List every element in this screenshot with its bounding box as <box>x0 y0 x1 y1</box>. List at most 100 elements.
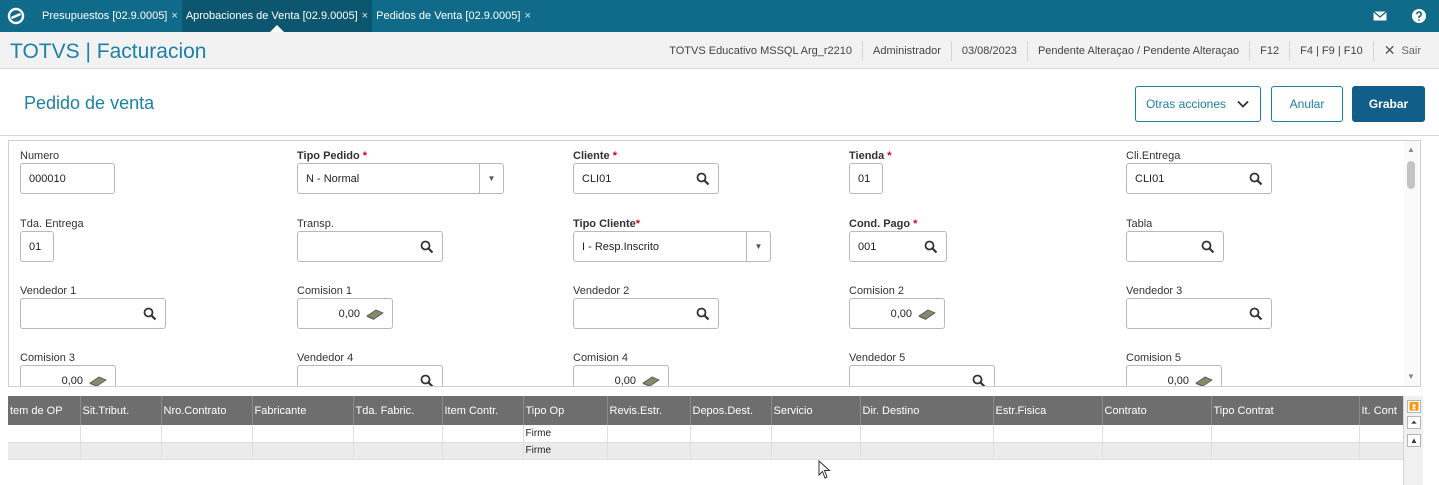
grid-column-header[interactable]: Nro.Contrato <box>161 396 253 425</box>
grid-cell[interactable] <box>80 425 162 443</box>
grid-cell[interactable]: Firme <box>523 425 608 443</box>
numero-input[interactable]: 000010 <box>20 163 115 194</box>
grid-cell[interactable] <box>1211 425 1360 443</box>
comision-1-input[interactable]: 0,00 <box>297 298 393 329</box>
table-row[interactable]: Firme <box>8 425 1403 443</box>
money-icon[interactable] <box>366 307 384 321</box>
tipo-pedido-select[interactable]: N - Normal ▼ <box>297 163 504 194</box>
grid-column-header[interactable]: Depos.Dest. <box>690 396 772 425</box>
vendedor-4-input[interactable] <box>297 365 443 388</box>
dropdown-arrow-icon[interactable]: ▼ <box>746 232 770 261</box>
grid-column-header[interactable]: Fabricante <box>252 396 354 425</box>
grid-cell[interactable] <box>1102 442 1212 460</box>
comision-5-input[interactable]: 0,00 <box>1126 365 1222 388</box>
grid-column-header[interactable]: Dir. Destino <box>860 396 994 425</box>
dropdown-arrow-icon[interactable]: ▼ <box>479 164 503 193</box>
vendedor-2-input[interactable] <box>573 298 719 329</box>
close-icon[interactable]: × <box>524 10 530 22</box>
comision-2-input[interactable]: 0,00 <box>849 298 945 329</box>
shortcut-keys[interactable]: F4 | F9 | F10 <box>1289 40 1373 61</box>
grid-cell[interactable] <box>353 425 443 443</box>
tab-presupuestos[interactable]: Presupuestos [02.9.0005] × <box>38 0 182 32</box>
tab-pedidos-de-venta[interactable]: Pedidos de Venta [02.9.0005] × <box>372 0 535 32</box>
form-scrollbar[interactable]: ▲ ▼ <box>1404 141 1418 386</box>
comision-4-input[interactable]: 0,00 <box>573 365 669 386</box>
scroll-top-icon[interactable]: ⏫ <box>1407 400 1421 413</box>
search-icon[interactable] <box>696 307 710 321</box>
money-icon[interactable] <box>1195 374 1213 388</box>
grid-column-header[interactable]: Tda. Fabric. <box>353 396 443 425</box>
vendedor-5-input[interactable] <box>849 365 995 388</box>
more-actions-button[interactable]: Otras acciones <box>1135 86 1261 122</box>
help-icon[interactable] <box>1411 8 1427 24</box>
search-icon[interactable] <box>143 307 157 321</box>
scroll-up-icon[interactable]: ▲ <box>1407 434 1421 447</box>
grid-cell[interactable] <box>860 442 994 460</box>
money-icon[interactable] <box>918 307 936 321</box>
grid-cell[interactable] <box>860 425 994 443</box>
grid-column-header[interactable]: Tipo Contrat <box>1211 396 1360 425</box>
grid-column-header[interactable]: It. Cont <box>1359 396 1403 425</box>
search-icon[interactable] <box>1249 307 1263 321</box>
search-icon[interactable] <box>924 240 938 254</box>
grid-cell[interactable] <box>8 442 81 460</box>
grid-cell[interactable] <box>442 425 524 443</box>
grid-column-header[interactable]: Estr.Fisica <box>993 396 1103 425</box>
tda-entrega-input[interactable]: 01 <box>20 231 54 262</box>
grid-cell[interactable] <box>8 425 81 443</box>
search-icon[interactable] <box>1249 172 1263 186</box>
scroll-page-up-icon[interactable]: ⏶ <box>1407 416 1421 429</box>
shortcut-f12[interactable]: F12 <box>1249 40 1289 61</box>
search-icon[interactable] <box>972 374 986 388</box>
grid-column-header[interactable]: Sit.Tribut. <box>80 396 162 425</box>
vendedor-1-input[interactable] <box>20 298 166 329</box>
scroll-thumb[interactable] <box>1407 161 1415 189</box>
grid-cell[interactable] <box>771 425 861 443</box>
grid-cell[interactable] <box>161 425 253 443</box>
grid-cell[interactable] <box>993 425 1103 443</box>
grid-cell[interactable] <box>1211 442 1360 460</box>
transp-input[interactable] <box>297 231 443 262</box>
grid-column-header[interactable]: Tipo Op <box>523 396 608 425</box>
close-icon[interactable]: × <box>171 10 177 22</box>
tabla-input[interactable] <box>1126 231 1224 262</box>
table-row[interactable]: Firme <box>8 442 1403 460</box>
grid-cell[interactable] <box>442 442 524 460</box>
grid-cell[interactable] <box>80 442 162 460</box>
grid-column-header[interactable]: tem de OP <box>8 396 81 425</box>
search-icon[interactable] <box>1201 240 1215 254</box>
grid-cell[interactable] <box>353 442 443 460</box>
mail-icon[interactable] <box>1372 8 1388 24</box>
money-icon[interactable] <box>89 374 107 388</box>
grid-column-header[interactable]: Servicio <box>771 396 861 425</box>
search-icon[interactable] <box>420 240 434 254</box>
grid-cell[interactable] <box>607 442 691 460</box>
grid-cell[interactable] <box>771 442 861 460</box>
search-icon[interactable] <box>420 374 434 388</box>
grid-cell[interactable] <box>1359 425 1403 443</box>
tienda-input[interactable]: 01 <box>849 163 883 194</box>
scroll-up-icon[interactable]: ▲ <box>1406 145 1416 155</box>
totvs-logo-icon[interactable] <box>6 6 26 26</box>
save-button[interactable]: Grabar <box>1352 86 1425 122</box>
grid-cell[interactable] <box>993 442 1103 460</box>
grid-column-header[interactable]: Item Contr. <box>442 396 524 425</box>
grid-column-header[interactable]: Revis.Estr. <box>607 396 691 425</box>
tab-aprobaciones-de-venta[interactable]: Aprobaciones de Venta [02.9.0005] × <box>181 0 373 32</box>
close-icon[interactable]: × <box>362 10 368 22</box>
grid-cell[interactable] <box>690 442 772 460</box>
scroll-down-icon[interactable]: ▼ <box>1406 372 1416 382</box>
grid-cell[interactable] <box>161 442 253 460</box>
grid-cell[interactable]: Firme <box>523 442 608 460</box>
comision-3-input[interactable]: 0,00 <box>20 365 116 388</box>
grid-cell[interactable] <box>1359 442 1403 460</box>
vendedor-3-input[interactable] <box>1126 298 1272 329</box>
logout-button[interactable]: ✕ Sair <box>1372 40 1439 61</box>
grid-cell[interactable] <box>690 425 772 443</box>
cancel-button[interactable]: Anular <box>1271 86 1343 122</box>
search-icon[interactable] <box>696 172 710 186</box>
cliente-input[interactable]: CLI01 <box>573 163 719 194</box>
grid-cell[interactable] <box>607 425 691 443</box>
grid-cell[interactable] <box>1102 425 1212 443</box>
grid-cell[interactable] <box>252 425 354 443</box>
